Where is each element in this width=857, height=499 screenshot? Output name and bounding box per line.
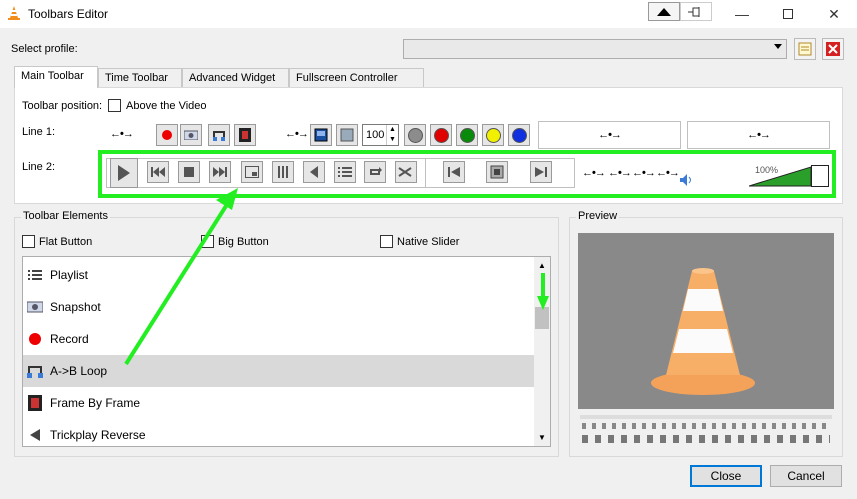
tab-label: Main Toolbar (21, 70, 84, 82)
arrow-head-icon (216, 188, 238, 210)
annotation-arrows (124, 188, 549, 366)
arrow-head-icon (537, 296, 549, 310)
tab-main-toolbar[interactable]: Main Toolbar (14, 66, 98, 88)
